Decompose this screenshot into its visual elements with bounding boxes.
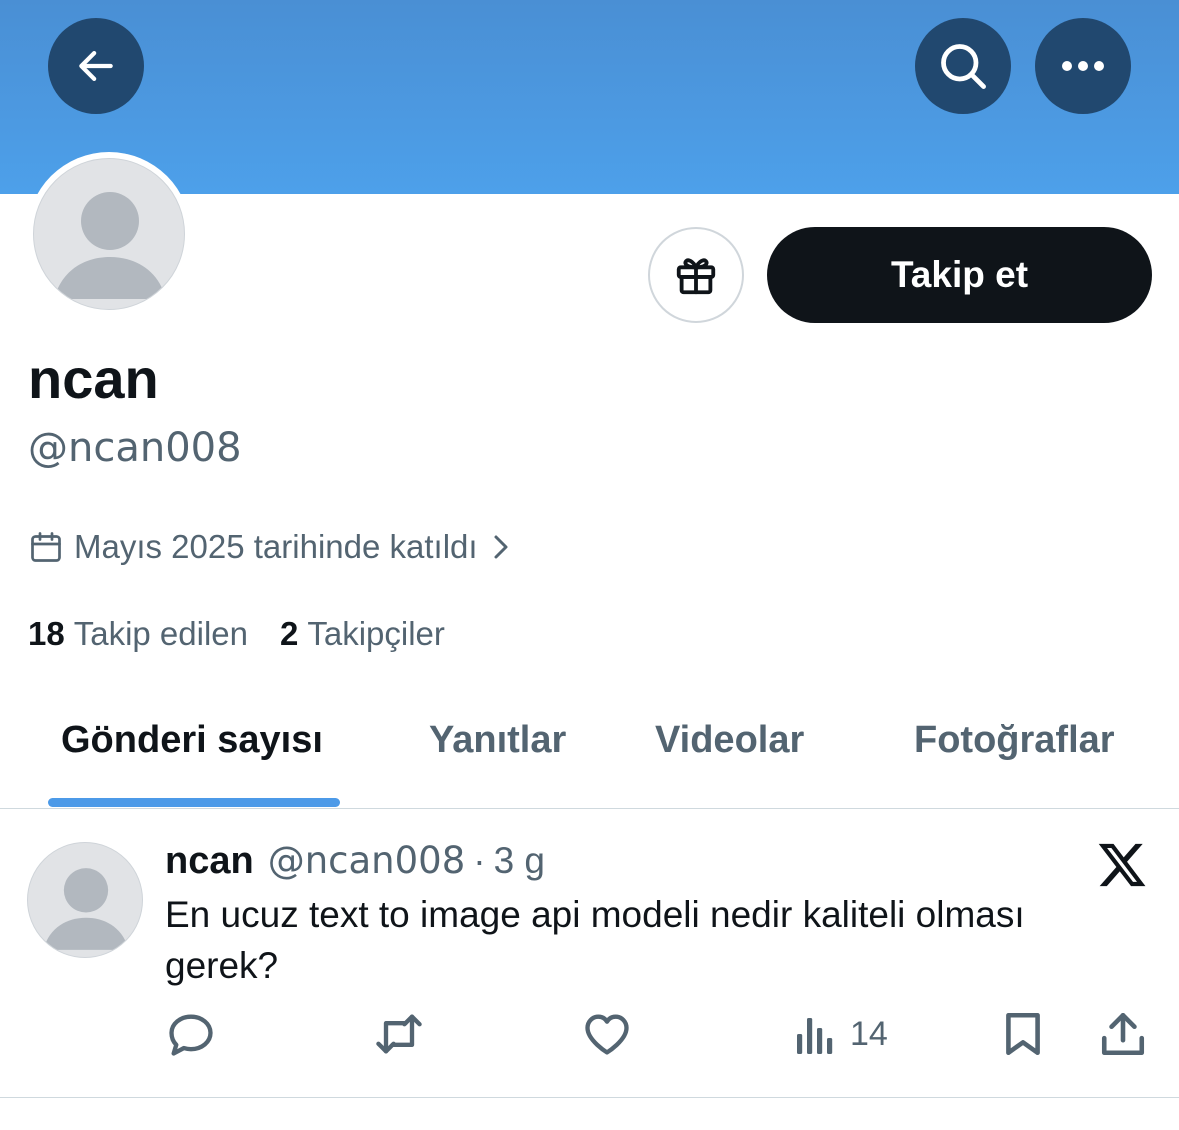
post-header: ncan @ncan008 · 3 g (165, 839, 545, 885)
joined-date-row[interactable]: Mayıs 2025 tarihinde katıldı (28, 525, 512, 569)
post-avatar[interactable] (27, 842, 143, 958)
post-separator: · (473, 840, 486, 881)
active-tab-indicator (48, 798, 340, 807)
joined-date-text: Mayıs 2025 tarihinde katıldı (74, 528, 478, 565)
gift-button[interactable] (648, 227, 744, 323)
default-avatar-icon (43, 868, 129, 950)
chevron-right-icon (494, 535, 508, 559)
x-logo-icon (1098, 843, 1146, 887)
like-button[interactable] (581, 1009, 633, 1059)
post-text: En ucuz text to image api modeli nedir k… (165, 894, 1025, 986)
gift-icon (676, 258, 716, 295)
profile-avatar[interactable] (27, 152, 191, 316)
avatar (33, 158, 185, 310)
share-icon (1101, 1012, 1145, 1056)
post-author-name[interactable]: ncan (165, 840, 254, 883)
post-actions: 14 (0, 1009, 1179, 1059)
profile-display-name: ncan (28, 347, 159, 410)
followers-link[interactable]: 2 Takipçiler (280, 615, 445, 653)
profile-tabs: Gönderi sayısı Yanıtlar Videolar Fotoğra… (0, 690, 1179, 810)
calendar-icon (31, 532, 61, 562)
search-button[interactable] (915, 18, 1011, 114)
post-item[interactable]: ncan @ncan008 · 3 g En ucuz text to imag… (0, 809, 1179, 1097)
divider (0, 1097, 1179, 1098)
reply-icon (169, 1014, 213, 1056)
post-timestamp[interactable]: 3 g (494, 840, 545, 882)
follow-button[interactable]: Takip et (767, 227, 1152, 323)
bookmark-icon (1006, 1012, 1040, 1056)
following-label: Takip edilen (73, 615, 248, 652)
more-horizontal-icon (1062, 61, 1104, 71)
followers-count: 2 (280, 615, 299, 652)
bookmark-button[interactable] (998, 1009, 1048, 1059)
followers-label: Takipçiler (307, 615, 445, 652)
default-avatar-icon (54, 192, 166, 299)
following-count: 18 (28, 615, 65, 652)
back-button[interactable] (48, 18, 144, 114)
views-chart-icon (797, 1018, 833, 1054)
tab-videos[interactable]: Videolar (655, 712, 804, 768)
repost-icon (376, 1014, 422, 1054)
share-button[interactable] (1098, 1009, 1148, 1059)
tab-replies[interactable]: Yanıtlar (429, 712, 566, 768)
repost-button[interactable] (372, 1009, 426, 1059)
search-icon (941, 44, 986, 89)
view-count: 14 (850, 1014, 888, 1053)
following-link[interactable]: 18 Takip edilen (28, 615, 248, 653)
tab-photos[interactable]: Fotoğraflar (914, 712, 1115, 768)
post-author-handle[interactable]: @ncan008 (268, 839, 466, 882)
profile-handle: @ncan008 (28, 425, 242, 471)
views-button[interactable]: 14 (794, 1009, 888, 1059)
tab-posts[interactable]: Gönderi sayısı (61, 712, 323, 768)
profile-banner[interactable] (0, 0, 1179, 194)
reply-button[interactable] (165, 1009, 217, 1059)
follow-stats: 18 Takip edilen 2 Takipçiler (28, 612, 445, 656)
more-options-button[interactable] (1035, 18, 1131, 114)
arrow-left-icon (79, 51, 113, 81)
heart-icon (585, 1014, 629, 1055)
